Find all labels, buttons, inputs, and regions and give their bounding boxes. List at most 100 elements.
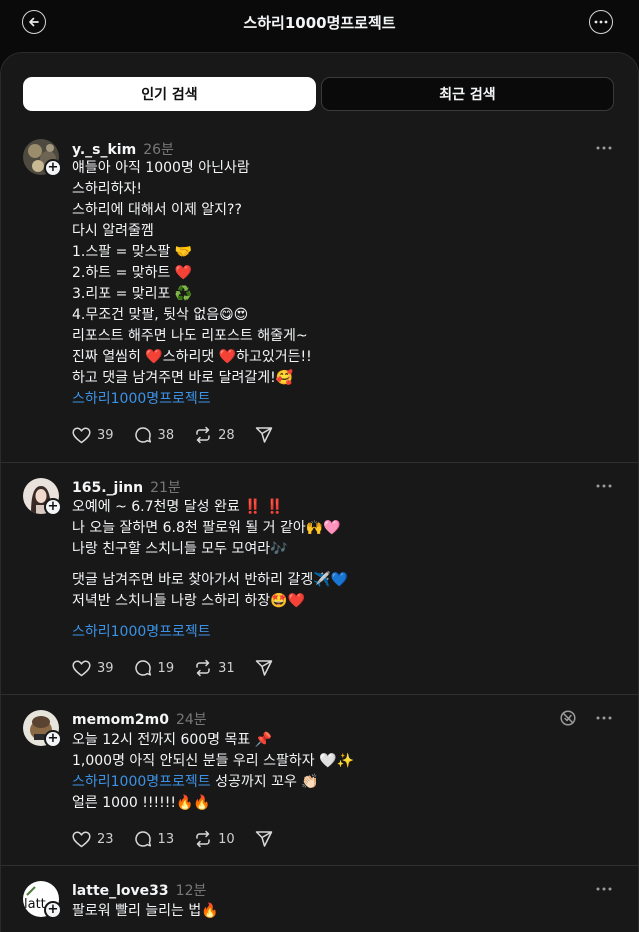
- post-divider: [1, 694, 638, 695]
- hashtag-link[interactable]: 스하리1000명프로젝트: [72, 774, 211, 790]
- comment-count: 38: [157, 427, 175, 443]
- post-body: 얘들아 아직 1000명 아닌사람 스하리하자! 스하리에 대해서 이제 알지?…: [72, 158, 612, 410]
- post-time: 12분: [175, 883, 207, 899]
- post-line: 나랑 친구할 스치니들 모두 모여라🎶: [72, 541, 288, 557]
- share-button[interactable]: [255, 830, 279, 848]
- comment-icon: [134, 660, 151, 676]
- post-line: 1.스팔 = 맞스팔 🤝: [72, 244, 193, 260]
- post-username[interactable]: memom2m0 24분: [72, 709, 207, 729]
- post-line: 오예에 ~ 6.7천명 달성 완료 ‼️ ‼️: [72, 499, 284, 515]
- follow-plus-icon[interactable]: +: [44, 159, 62, 177]
- post-line: 2.하트 = 맞하트 ❤️: [72, 265, 193, 281]
- comment-button[interactable]: 19: [134, 659, 175, 677]
- repost-button[interactable]: 28: [194, 426, 235, 444]
- like-count: 39: [97, 660, 114, 676]
- repost-count: 10: [218, 831, 235, 847]
- follow-plus-icon[interactable]: +: [44, 730, 62, 748]
- send-icon: [255, 831, 272, 847]
- post-time: 26분: [143, 142, 174, 158]
- more-options-button[interactable]: [589, 10, 613, 34]
- post-line: 댓글 남겨주면 바로 찾아가서 반하리 갈겡✈️💙: [72, 572, 349, 588]
- username-text[interactable]: 165._jinn: [72, 480, 143, 496]
- repost-count: 31: [218, 660, 235, 676]
- like-button[interactable]: 39: [72, 427, 114, 444]
- post-line: 3.리포 = 맞리포 ♻️: [72, 286, 193, 302]
- post-line: 얼른 1000 !!!!!!🔥🔥: [72, 795, 211, 811]
- not-interested-icon[interactable]: [559, 709, 577, 727]
- avatar[interactable]: latt +: [23, 881, 62, 919]
- post-line: 리포스트 해주면 나도 리포스트 해줄게~: [72, 328, 308, 344]
- search-results-panel: 인기 검색 최근 검색 + y._s_kim 26분 얘들아 아직 1000명 아…: [0, 52, 639, 932]
- post-actions: 39 38 28: [72, 425, 299, 445]
- like-count: 23: [97, 831, 114, 847]
- follow-plus-icon[interactable]: +: [44, 901, 62, 919]
- post-body: 오늘 12시 전까지 600명 목표 📌 1,000명 아직 안되신 분들 우리…: [72, 730, 612, 814]
- post-line: 얘들아 아직 1000명 아닌사람: [72, 160, 250, 176]
- avatar[interactable]: +: [23, 478, 62, 516]
- post-body: 오예에 ~ 6.7천명 달성 완료 ‼️ ‼️ 나 오늘 잘하면 6.8천 팔로…: [72, 497, 612, 643]
- post-divider: [1, 462, 638, 463]
- like-button[interactable]: 23: [72, 831, 114, 848]
- username-text[interactable]: memom2m0: [72, 712, 169, 728]
- avatar[interactable]: +: [23, 710, 62, 748]
- post-line: 오늘 12시 전까지 600명 목표 📌: [72, 732, 273, 748]
- share-button[interactable]: [255, 659, 279, 677]
- post-line: 나 오늘 잘하면 6.8천 팔로워 될 거 같아🙌🩷: [72, 520, 341, 536]
- comment-icon: [134, 427, 151, 443]
- post-actions: 39 19 31: [72, 658, 299, 678]
- hashtag-link[interactable]: 스하리1000명프로젝트: [72, 389, 612, 410]
- share-button[interactable]: [255, 426, 279, 444]
- repost-button[interactable]: 31: [194, 659, 235, 677]
- post-username[interactable]: latte_love33 12분: [72, 880, 206, 900]
- post-divider: [1, 865, 638, 866]
- post-line: 진짜 열씸히 ❤️스하리댓 ❤️하고있거든!!: [72, 349, 312, 365]
- hashtag-link[interactable]: 스하리1000명프로젝트: [72, 622, 612, 643]
- more-horizontal-icon[interactable]: [596, 141, 612, 155]
- comment-button[interactable]: 13: [134, 830, 175, 848]
- post-time: 24분: [175, 712, 207, 728]
- post-line: 1,000명 아직 안되신 분들 우리 스팔하자 🤍✨: [72, 753, 354, 769]
- page-title: 스하리1000명프로젝트: [243, 14, 396, 32]
- more-horizontal-icon[interactable]: [596, 882, 612, 896]
- comment-button[interactable]: 38: [134, 426, 175, 444]
- send-icon: [255, 660, 272, 676]
- post-username[interactable]: 165._jinn 21분: [72, 477, 181, 497]
- follow-plus-icon[interactable]: +: [44, 498, 62, 516]
- like-button[interactable]: 39: [72, 660, 114, 677]
- post-actions: 23 13 10: [72, 829, 299, 849]
- repost-icon: [196, 830, 210, 848]
- comment-count: 13: [157, 831, 175, 847]
- more-horizontal-icon[interactable]: [596, 479, 612, 493]
- repost-count: 28: [218, 427, 235, 443]
- post-line: 팔로워 빨리 늘리는 법🔥: [72, 903, 219, 919]
- comment-count: 19: [157, 660, 175, 676]
- repost-icon: [196, 659, 210, 677]
- post-line: 4.무조건 맞팔, 뒷삭 없음😋😍: [72, 307, 249, 323]
- more-horizontal-icon: [594, 20, 608, 24]
- send-icon: [255, 427, 272, 443]
- heart-icon: [72, 427, 91, 443]
- heart-icon: [72, 660, 91, 676]
- post-line-text: 성공까지 꼬우 👏🏻: [210, 774, 319, 790]
- repost-button[interactable]: 10: [194, 830, 235, 848]
- post-line: 스하리하자!: [72, 181, 143, 197]
- username-text[interactable]: y._s_kim: [72, 142, 136, 158]
- comment-icon: [134, 831, 151, 847]
- avatar-broken-alt-text: latt: [24, 897, 46, 912]
- post-username[interactable]: y._s_kim 26분: [72, 139, 174, 159]
- post-time: 21분: [150, 480, 181, 496]
- post-line: 스하리1000명프로젝트 성공까지 꼬우 👏🏻: [72, 772, 612, 793]
- post-line: 다시 알려줄껨: [72, 223, 154, 239]
- heart-icon: [72, 831, 91, 847]
- avatar[interactable]: +: [23, 139, 62, 177]
- tab-recent-search[interactable]: 최근 검색: [321, 77, 614, 111]
- more-horizontal-icon[interactable]: [596, 711, 612, 725]
- username-text[interactable]: latte_love33: [72, 883, 169, 899]
- post-line: 스하리에 대해서 이제 알지??: [72, 202, 242, 218]
- post-line: 하고 댓글 남겨주면 바로 달려갈게!🥰: [72, 370, 294, 386]
- top-bar: 스하리1000명프로젝트: [0, 0, 639, 44]
- like-count: 39: [97, 427, 114, 443]
- tab-popular-search[interactable]: 인기 검색: [23, 77, 316, 111]
